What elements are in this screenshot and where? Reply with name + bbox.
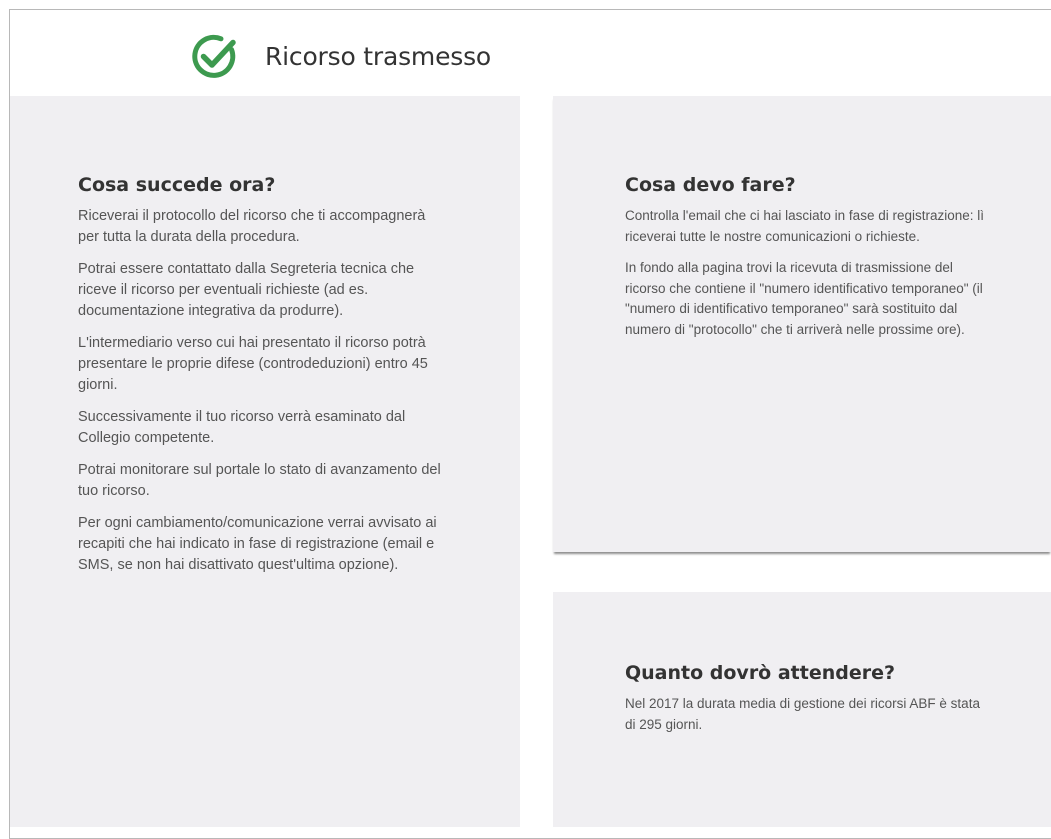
card-what-to-do: Cosa devo fare? Controlla l'email che ci… xyxy=(553,96,1051,552)
card-paragraph: Controlla l'email che ci hai lasciato in… xyxy=(625,208,984,244)
card-paragraph: Nel 2017 la durata media di gestione dei… xyxy=(625,696,980,732)
card-heading: Cosa devo fare? xyxy=(625,174,796,196)
card-paragraph: Riceverai il protocollo del ricorso che … xyxy=(78,208,426,245)
card-paragraph: Potrai essere contattato dalla Segreteri… xyxy=(78,261,415,319)
card-paragraph: Per ogni cambiamento/comunicazione verra… xyxy=(78,515,437,573)
card-heading: Quanto dovrò attendere? xyxy=(625,662,896,684)
card-how-long-to-wait: Quanto dovrò attendere? Nel 2017 la dura… xyxy=(553,592,1051,827)
page-header: Ricorso trasmesso xyxy=(190,32,491,80)
card-paragraph: In fondo alla pagina trovi la ricevuta d… xyxy=(625,260,983,337)
card-heading: Cosa succede ora? xyxy=(78,174,276,196)
card-paragraph: Potrai monitorare sul portale lo stato d… xyxy=(78,462,441,499)
check-circle-icon xyxy=(192,34,236,78)
page-title: Ricorso trasmesso xyxy=(265,41,492,71)
card-what-happens-now: Cosa succede ora? Riceverai il protocoll… xyxy=(10,96,520,827)
card-paragraph: L'intermediario verso cui hai presentato… xyxy=(78,335,428,393)
card-paragraph: Successivamente il tuo ricorso verrà esa… xyxy=(78,409,406,446)
